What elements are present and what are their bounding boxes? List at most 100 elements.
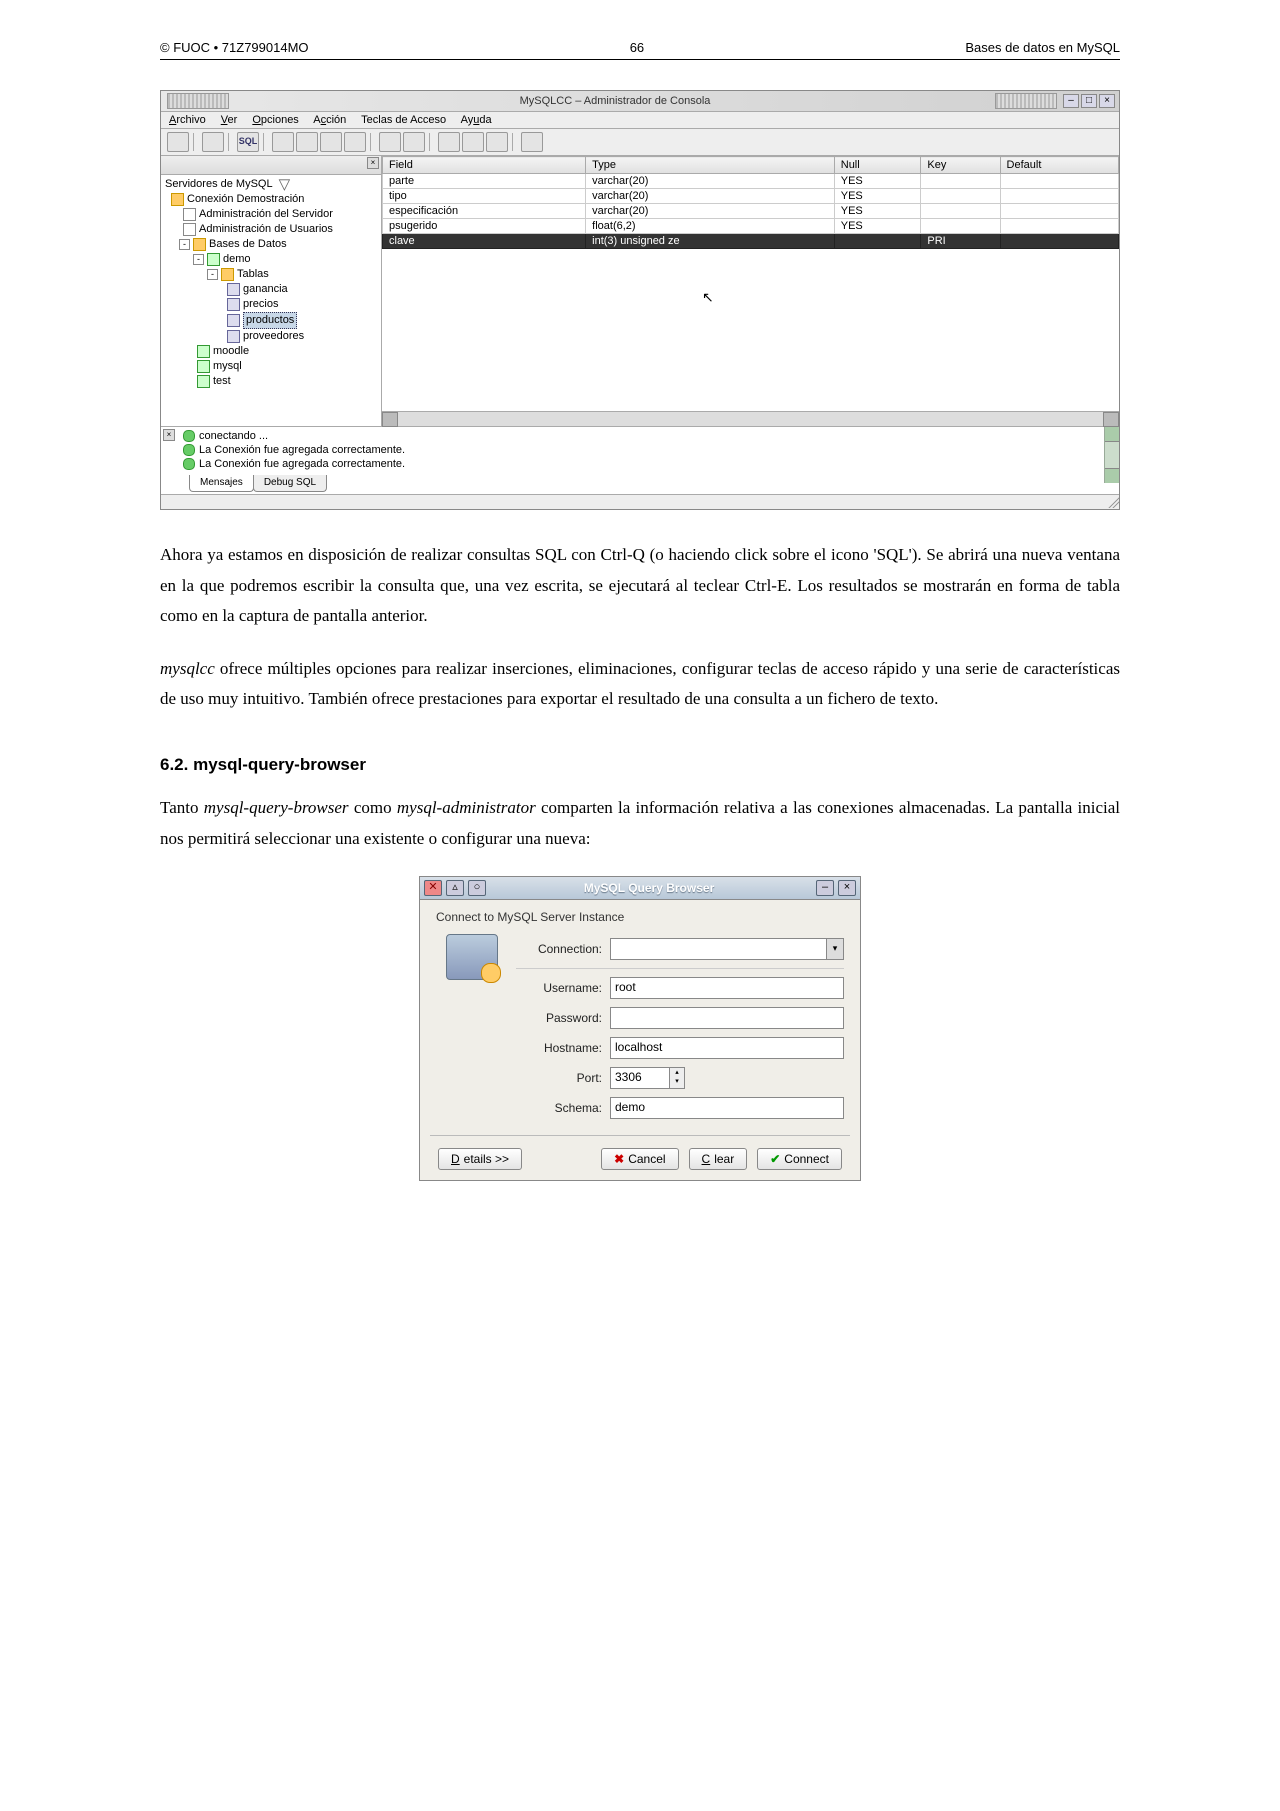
expand-icon[interactable]: - bbox=[207, 269, 218, 280]
tab-mensajes[interactable]: Mensajes bbox=[189, 475, 254, 492]
qb-shade-icon[interactable]: ▵ bbox=[446, 880, 464, 896]
info-icon bbox=[183, 444, 195, 456]
col-null[interactable]: Null bbox=[834, 157, 921, 174]
toolbar-btn-12[interactable] bbox=[486, 132, 508, 152]
horizontal-scrollbar[interactable] bbox=[382, 411, 1119, 426]
tree-root[interactable]: Servidores de MySQL▽ bbox=[165, 177, 377, 192]
tree-bases-datos[interactable]: -Bases de Datos bbox=[165, 237, 377, 252]
qb-min2-icon[interactable]: – bbox=[816, 880, 834, 896]
tree-connection[interactable]: Conexión Demostración bbox=[165, 192, 377, 207]
emph-qb: mysql-query-browser bbox=[204, 798, 349, 817]
table-header-row: Field Type Null Key Default bbox=[383, 157, 1119, 174]
expand-icon[interactable]: - bbox=[179, 239, 190, 250]
tree-table-precios[interactable]: precios bbox=[165, 297, 377, 312]
tree-adm-usuarios[interactable]: Administración de Usuarios bbox=[165, 222, 377, 237]
connection-input[interactable] bbox=[610, 938, 827, 960]
menu-opciones[interactable]: Opciones bbox=[252, 114, 298, 126]
menu-ayuda[interactable]: Ayuda bbox=[461, 114, 492, 126]
window-titlebar[interactable]: MySQLCC – Administrador de Consola – □ × bbox=[161, 91, 1119, 112]
tree-tablas[interactable]: -Tablas bbox=[165, 267, 377, 282]
toolbar-refresh-icon[interactable] bbox=[202, 132, 224, 152]
scroll-right-icon[interactable] bbox=[1103, 412, 1119, 427]
qb-title: MySQL Query Browser bbox=[486, 881, 812, 895]
app-body: × Servidores de MySQL▽ Conexión Demostra… bbox=[161, 156, 1119, 426]
page-number: 66 bbox=[630, 40, 644, 55]
col-default[interactable]: Default bbox=[1000, 157, 1118, 174]
username-input[interactable]: root bbox=[610, 977, 844, 999]
table-row[interactable]: tipovarchar(20)YES bbox=[383, 189, 1119, 204]
toolbar-btn-5[interactable] bbox=[296, 132, 318, 152]
menu-teclas[interactable]: Teclas de Acceso bbox=[361, 114, 446, 126]
mouse-cursor-icon: ↖ bbox=[702, 289, 714, 306]
menu-ver[interactable]: Ver bbox=[221, 114, 238, 126]
tree-close-icon[interactable]: × bbox=[367, 157, 379, 169]
cancel-button[interactable]: ✖Cancel bbox=[601, 1148, 678, 1170]
info-icon bbox=[183, 458, 195, 470]
toolbar-btn-6[interactable] bbox=[320, 132, 342, 152]
hostname-input[interactable]: localhost bbox=[610, 1037, 844, 1059]
mysql-logo-icon bbox=[446, 934, 498, 980]
tree-table-productos[interactable]: productos bbox=[165, 312, 377, 329]
paragraph-2: mysqlcc ofrece múltiples opciones para r… bbox=[160, 654, 1120, 715]
table-icon bbox=[227, 314, 240, 327]
table-row[interactable]: partevarchar(20)YES bbox=[383, 174, 1119, 189]
toolbar-btn-4[interactable] bbox=[272, 132, 294, 152]
tree-panel: × Servidores de MySQL▽ Conexión Demostra… bbox=[161, 156, 382, 426]
toolbar-btn-9[interactable] bbox=[403, 132, 425, 152]
database-icon bbox=[197, 360, 210, 373]
tree-table-proveedores[interactable]: proveedores bbox=[165, 329, 377, 344]
scroll-left-icon[interactable] bbox=[382, 412, 398, 427]
tree-db-mysql[interactable]: mysql bbox=[165, 359, 377, 374]
label-connection: Connection: bbox=[516, 942, 602, 956]
messages-close-icon[interactable]: × bbox=[163, 429, 175, 441]
maximize-button[interactable]: □ bbox=[1081, 94, 1097, 108]
clear-button[interactable]: Clear bbox=[689, 1148, 748, 1170]
expand-icon[interactable]: - bbox=[193, 254, 204, 265]
messages-list: conectando ... La Conexión fue agregada … bbox=[179, 427, 1119, 494]
table-row[interactable]: especificaciónvarchar(20)YES bbox=[383, 204, 1119, 219]
qb-button-row: Details >> ✖Cancel Clear ✔Connect bbox=[436, 1144, 844, 1174]
connection-icon bbox=[171, 193, 184, 206]
tree-db-demo[interactable]: -demo bbox=[165, 252, 377, 267]
toolbar-btn-1[interactable] bbox=[167, 132, 189, 152]
vertical-scrollbar[interactable] bbox=[1104, 427, 1119, 483]
qb-titlebar[interactable]: ✕ ▵ ○ MySQL Query Browser – × bbox=[420, 877, 860, 900]
tree-db-test[interactable]: test bbox=[165, 374, 377, 389]
schema-input[interactable]: demo bbox=[610, 1097, 844, 1119]
dropdown-icon[interactable]: ▾ bbox=[827, 938, 844, 960]
label-port: Port: bbox=[516, 1071, 602, 1085]
tree-adm-servidor[interactable]: Administración del Servidor bbox=[165, 207, 377, 222]
message-line: La Conexión fue agregada correctamente. bbox=[183, 457, 1115, 471]
qb-min-icon[interactable]: ○ bbox=[468, 880, 486, 896]
qb-close-icon[interactable]: ✕ bbox=[424, 880, 442, 896]
toolbar-btn-10[interactable] bbox=[438, 132, 460, 152]
toolbar-btn-7[interactable] bbox=[344, 132, 366, 152]
grid-empty-area: ↖ bbox=[382, 249, 1119, 411]
spinner-icon[interactable]: ▴▾ bbox=[670, 1067, 685, 1089]
connect-button[interactable]: ✔Connect bbox=[757, 1148, 842, 1170]
message-line: La Conexión fue agregada correctamente. bbox=[183, 443, 1115, 457]
table-row-selected[interactable]: claveint(3) unsigned zePRI bbox=[383, 234, 1119, 249]
toolbar-btn-13[interactable] bbox=[521, 132, 543, 152]
toolbar-btn-8[interactable] bbox=[379, 132, 401, 152]
table-icon bbox=[227, 298, 240, 311]
menu-archivo[interactable]: AArchivorchivo bbox=[169, 114, 206, 126]
col-type[interactable]: Type bbox=[586, 157, 835, 174]
col-field[interactable]: Field bbox=[383, 157, 586, 174]
resize-grip-icon[interactable] bbox=[1105, 495, 1119, 508]
details-button[interactable]: Details >> bbox=[438, 1148, 522, 1170]
toolbar-sql-button[interactable]: SQL bbox=[237, 132, 259, 152]
paragraph-3: Tanto mysql-query-browser como mysql-adm… bbox=[160, 793, 1120, 854]
toolbar-btn-11[interactable] bbox=[462, 132, 484, 152]
port-input[interactable]: 3306 bbox=[610, 1067, 670, 1089]
table-row[interactable]: psugeridofloat(6,2)YES bbox=[383, 219, 1119, 234]
tree-db-moodle[interactable]: moodle bbox=[165, 344, 377, 359]
password-input[interactable] bbox=[610, 1007, 844, 1029]
tree-table-ganancia[interactable]: ganancia bbox=[165, 282, 377, 297]
col-key[interactable]: Key bbox=[921, 157, 1000, 174]
minimize-button[interactable]: – bbox=[1063, 94, 1079, 108]
close-button[interactable]: × bbox=[1099, 94, 1115, 108]
tab-debug-sql[interactable]: Debug SQL bbox=[253, 475, 327, 492]
menu-accion[interactable]: Acción bbox=[313, 114, 346, 126]
qb-max-icon[interactable]: × bbox=[838, 880, 856, 896]
